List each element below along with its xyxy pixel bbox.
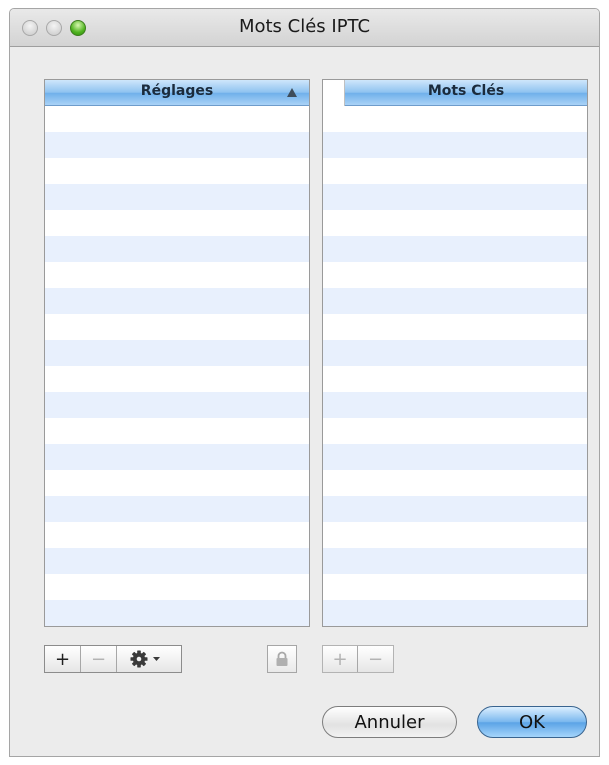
presets-column-header[interactable]: Réglages	[45, 80, 309, 106]
iptc-keywords-window: Mots Clés IPTC Réglages Mots Clés + − + …	[9, 8, 600, 757]
lock-icon	[276, 651, 288, 666]
presets-column-label: Réglages	[140, 83, 214, 99]
presets-table[interactable]: Réglages	[44, 79, 310, 627]
keywords-column-header[interactable]: Mots Clés	[345, 80, 587, 106]
remove-preset-button[interactable]: −	[81, 646, 117, 672]
add-preset-button[interactable]: +	[45, 646, 81, 672]
ok-button-label: OK	[519, 711, 545, 733]
cancel-button[interactable]: Annuler	[322, 706, 457, 738]
presets-list[interactable]	[45, 106, 309, 626]
checkbox-column-header	[323, 80, 345, 106]
keywords-table[interactable]: Mots Clés	[322, 79, 588, 627]
add-preset-label: +	[54, 648, 71, 670]
action-menu-button[interactable]	[117, 646, 181, 672]
keywords-column-label: Mots Clés	[427, 83, 505, 99]
remove-keyword-label: −	[367, 648, 384, 670]
sort-ascending-icon	[287, 88, 297, 97]
lock-button[interactable]	[267, 645, 297, 673]
remove-preset-label: −	[90, 648, 107, 670]
cancel-button-label: Annuler	[354, 711, 425, 733]
presets-toolbar: + −	[44, 645, 182, 673]
gear-icon	[130, 650, 160, 668]
window-title: Mots Clés IPTC	[238, 16, 371, 37]
keywords-list[interactable]	[323, 106, 587, 626]
add-keyword-button[interactable]: +	[323, 646, 359, 672]
title-bar[interactable]: Mots Clés IPTC	[10, 9, 599, 47]
add-keyword-label: +	[332, 648, 348, 670]
ok-button[interactable]: OK	[477, 706, 587, 738]
keywords-toolbar: + −	[322, 645, 394, 673]
chevron-down-icon	[153, 657, 160, 661]
remove-keyword-button[interactable]: −	[358, 646, 393, 672]
